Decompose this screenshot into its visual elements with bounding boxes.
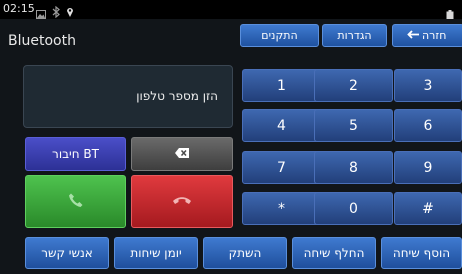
keypad-key-1[interactable]: 1 — [242, 69, 321, 102]
settings-button[interactable]: הגדרות — [322, 24, 387, 47]
add-call-button[interactable]: הוסף שיחה — [381, 237, 462, 269]
hangup-button[interactable] — [131, 175, 233, 228]
keypad-key-9[interactable]: 9 — [394, 151, 462, 184]
connect-bt-button[interactable]: חיבור BT — [25, 137, 126, 171]
keypad-key-5[interactable]: 5 — [314, 109, 393, 142]
keypad-key-3[interactable]: 3 — [394, 69, 462, 102]
contacts-button[interactable]: אנשי קשר — [25, 237, 109, 269]
keypad-key-0[interactable]: 0 — [314, 192, 393, 225]
phone-number-placeholder: הזן מספר טלפון — [136, 89, 218, 103]
arrow-left-icon — [407, 29, 419, 42]
keypad-key-4[interactable]: 4 — [242, 109, 321, 142]
status-time: 02:15 — [3, 2, 35, 15]
keypad-key-hash[interactable]: # — [394, 192, 462, 225]
devices-button[interactable]: התקנים — [240, 24, 319, 47]
keypad-key-8[interactable]: 8 — [314, 151, 393, 184]
swap-call-button[interactable]: החלף שיחה — [292, 237, 376, 269]
backspace-button[interactable] — [131, 137, 233, 171]
back-button[interactable]: חזרה — [392, 24, 462, 47]
keypad-key-star[interactable]: * — [242, 192, 321, 225]
backspace-icon — [175, 147, 189, 161]
status-bar: 02:15 — [0, 0, 462, 20]
keypad-key-2[interactable]: 2 — [314, 69, 393, 102]
phone-hangup-icon — [172, 195, 192, 208]
page-title: Bluetooth — [8, 33, 76, 49]
mute-button[interactable]: השתק — [203, 237, 287, 269]
phone-answer-icon — [68, 192, 84, 211]
keypad-key-6[interactable]: 6 — [394, 109, 462, 142]
call-button[interactable] — [25, 175, 126, 228]
keypad-key-7[interactable]: 7 — [242, 151, 321, 184]
call-log-button[interactable]: יומן שיחות — [114, 237, 198, 269]
phone-number-field[interactable]: הזן מספר טלפון — [23, 65, 233, 128]
